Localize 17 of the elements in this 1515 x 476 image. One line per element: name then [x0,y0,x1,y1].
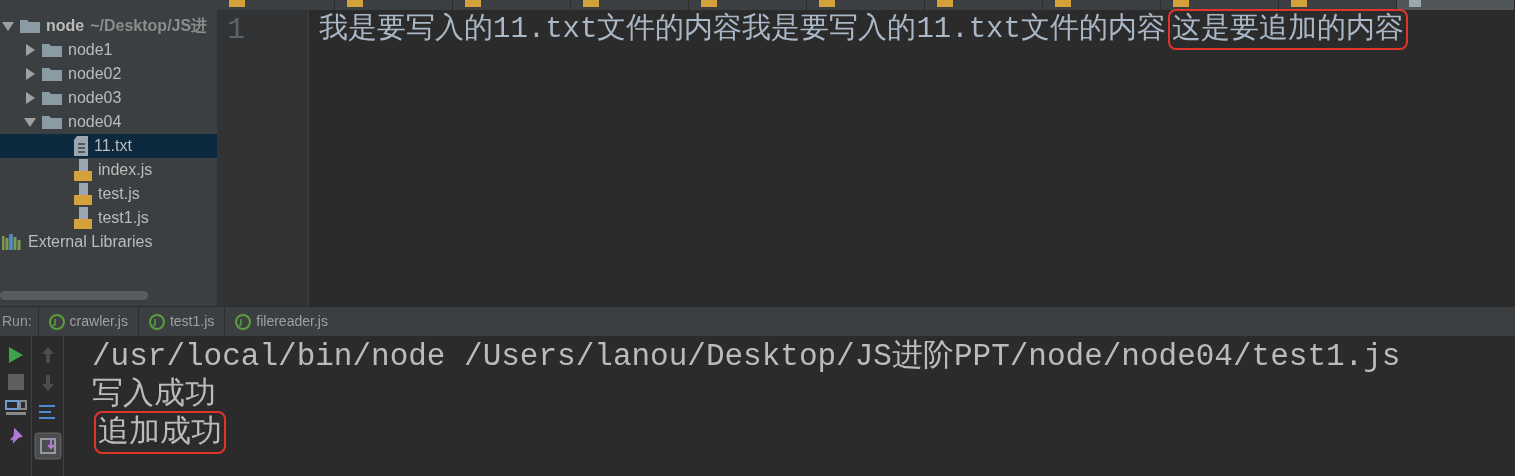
tree-item[interactable]: node ~/Desktop/JS进 [0,14,217,38]
code-text: 我是要写入的11.txt文件的内容我是要写入的11.txt文件的内容 [319,13,1166,46]
tree-item[interactable]: test.js [0,182,217,206]
console-text: 写入成功 [92,377,216,412]
tree-item[interactable]: node1 [0,38,217,62]
tree-item[interactable]: index.js [0,158,217,182]
run-label: Run: [1,312,33,331]
tree-item[interactable]: External Libraries [0,230,217,254]
tree-item[interactable]: node04 [0,110,217,134]
console-text: /usr/local/bin/node /Users/lanou/Desktop/JS进阶PPT/node/node04/test1.js [92,339,1401,374]
tree-item[interactable]: node03 [0,86,217,110]
run-tab[interactable]: crawler.js [37,306,138,337]
tree-item[interactable]: 11.txt [0,134,217,158]
run-tab[interactable]: filereader.js [224,306,338,337]
run-tab[interactable]: test1.js [137,306,225,337]
tree-item[interactable]: node02 [0,62,217,86]
tree-item[interactable]: test1.js [0,206,217,230]
